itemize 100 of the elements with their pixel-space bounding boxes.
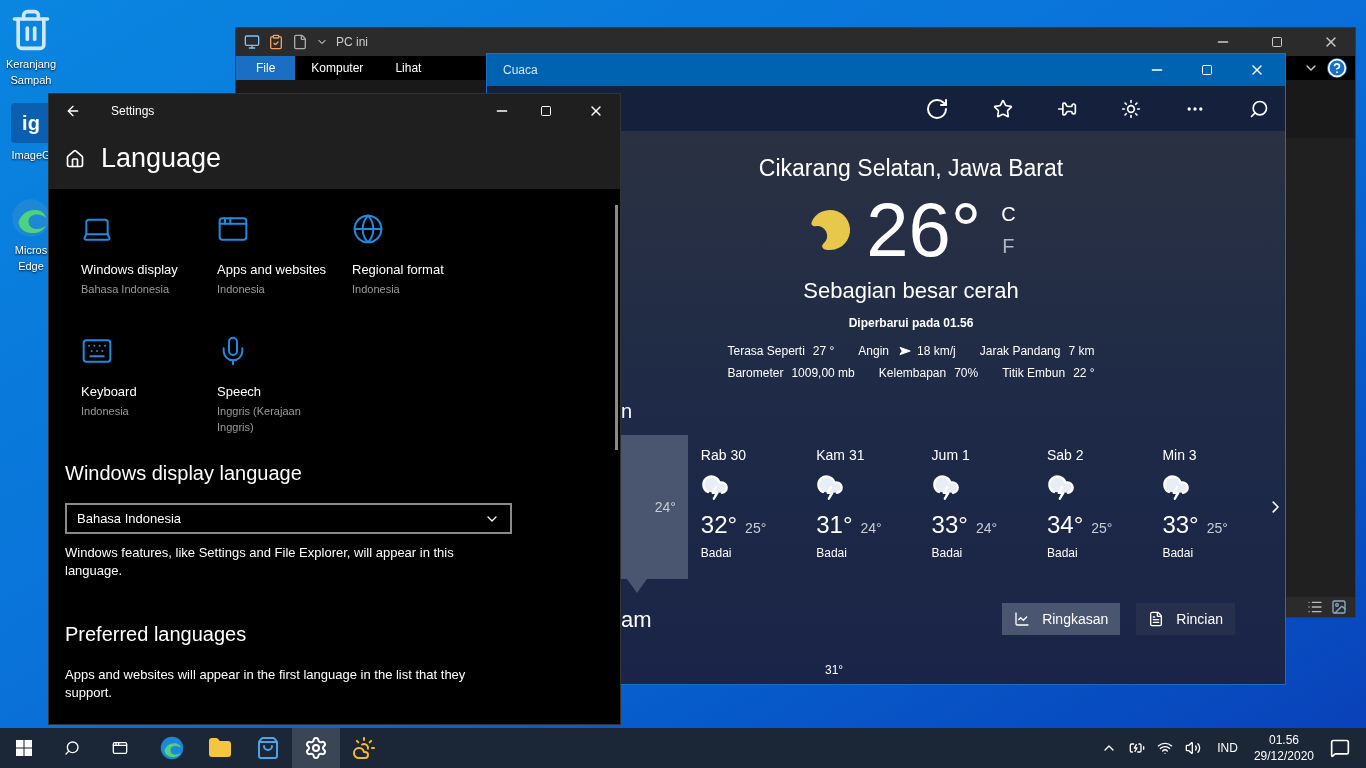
large-icons-view-icon[interactable] [1331, 599, 1347, 615]
low-temperature: 24° [860, 518, 882, 538]
day-label: Min 3 [1162, 445, 1197, 465]
refresh-icon[interactable] [925, 96, 949, 121]
home-icon[interactable] [65, 148, 85, 169]
day-label: Sab 2 [1047, 445, 1084, 465]
settings-icon [304, 736, 328, 760]
unit-toggle[interactable]: F [1001, 233, 1016, 258]
location-name: Cikarang Selatan, Jawa Barat [758, 154, 1064, 183]
language-option-tile[interactable]: Windows display Bahasa Indonesia [81, 213, 217, 317]
low-temperature: 25° [1206, 518, 1228, 538]
search-icon[interactable] [1249, 98, 1269, 119]
detail-value: 18 km/j [917, 342, 956, 359]
condition-text: Badai [816, 544, 847, 561]
page-title: Language [101, 142, 222, 176]
help-text: Windows features, like Settings and File Explorer, will appear in this language. [65, 544, 455, 580]
windows-logo-icon [16, 740, 32, 756]
high-temperature: 32° [700, 509, 738, 540]
section-heading: Windows display language [65, 461, 303, 486]
tile-title: Regional format [352, 261, 445, 279]
clock[interactable]: 01.56 29/12/2020 [1253, 732, 1314, 764]
forecast-day[interactable]: Jum 1 33° 24° Badai [931, 434, 1047, 579]
detail-value: 22 ° [1073, 364, 1095, 381]
battery-icon[interactable] [1129, 740, 1146, 756]
star-icon[interactable] [993, 98, 1013, 119]
taskbar-app-button[interactable] [292, 728, 340, 768]
tile-subtitle: Indonesia [81, 404, 130, 419]
high-temperature: 33° [931, 509, 968, 540]
volume-icon[interactable] [1185, 740, 1202, 756]
high-temperature: 34° [1047, 509, 1084, 540]
help-text: Apps and websites will appear in the first language in the list that they support. [65, 666, 467, 702]
storm-cloud-icon [1047, 472, 1075, 501]
scrollbar-thumb[interactable] [615, 205, 618, 450]
sun-icon[interactable] [1121, 98, 1141, 119]
condition-text: Badai [931, 544, 963, 561]
maximize-icon[interactable] [1271, 36, 1283, 48]
desktop-icon-label[interactable]: Micros Edge [14, 242, 48, 274]
language-option-tile[interactable]: Speech Inggris (Kerajaan Inggris) [217, 335, 352, 439]
high-temperature: 31° [816, 509, 853, 540]
input-language[interactable]: IND [1217, 740, 1238, 756]
help-icon[interactable] [1327, 58, 1347, 78]
detail-label: Barometer [727, 364, 784, 381]
forecast-day[interactable]: Min 3 33° 25° Badai [1162, 434, 1278, 579]
day-label: Jum 1 [931, 445, 970, 465]
line-chart-icon [1014, 611, 1031, 627]
clock-time: 01.56 [1268, 732, 1299, 748]
ribbon-tab[interactable]: Lihat [379, 56, 438, 80]
language-option-tile[interactable]: Apps and websites Indonesia [217, 213, 352, 317]
app-logo-icon: ig [11, 103, 51, 143]
language-option-tile[interactable]: Keyboard Indonesia [81, 335, 217, 439]
desktop-icon-label[interactable]: Keranjang Sampah [5, 56, 57, 88]
hourly-heading: am [621, 605, 652, 634]
condition-text: Badai [700, 544, 732, 561]
tile-title: Keyboard [81, 383, 138, 401]
cloud-sun-icon [352, 736, 376, 760]
tile-subtitle: Inggris (Kerajaan Inggris) [217, 404, 302, 435]
view-toggle-button[interactable]: Rincian [1136, 603, 1235, 635]
notifications-icon[interactable] [1330, 738, 1350, 758]
view-toggle-button[interactable]: Ringkasan [1002, 603, 1121, 635]
storm-cloud-icon [931, 472, 960, 501]
detail-value: 70% [954, 364, 979, 381]
low-temperature: 24° [975, 518, 998, 538]
task-view-icon [112, 740, 128, 756]
detail-value: 1009,00 mb [791, 364, 855, 381]
condition-text: Badai [1162, 544, 1194, 561]
tile-title: Windows display [81, 261, 179, 279]
tile-title: Apps and websites [217, 261, 328, 279]
day-label: Kam 31 [816, 445, 865, 465]
forecast-day[interactable]: Sab 2 34° 25° Badai [1047, 434, 1163, 579]
detail-label: Terasa Seperti [727, 342, 805, 359]
storm-cloud-icon [700, 472, 729, 501]
detail-label: Titik Embun [1002, 364, 1066, 381]
wifi-icon[interactable] [1157, 740, 1174, 756]
detail-label: Kelembapan [878, 364, 947, 381]
ribbon-tab[interactable]: File [236, 56, 296, 80]
computer-icon [244, 34, 260, 50]
tile-subtitle: Indonesia [217, 282, 266, 297]
language-option-tile[interactable]: Regional format Indonesia [352, 213, 492, 317]
detail-value: 27 ° [812, 342, 835, 359]
folder-icon [208, 736, 232, 760]
unit-toggle[interactable]: C [1001, 201, 1016, 226]
detail-label: Angin [858, 342, 890, 359]
window-title: Cuaca [503, 62, 538, 78]
condition-text: Sebagian besar cerah [803, 276, 1019, 305]
window-title: PC ini [336, 34, 368, 50]
detail-label: Jarak Pandang [979, 342, 1061, 359]
language-dropdown[interactable]: Bahasa Indonesia [65, 503, 512, 534]
section-heading: Preferred languages [65, 622, 248, 647]
clock-date: 29/12/2020 [1253, 748, 1314, 764]
storm-cloud-icon [816, 472, 845, 501]
forecast-day[interactable]: Rab 30 32° 25° Badai [700, 434, 817, 579]
ribbon-tab[interactable]: Komputer [295, 56, 380, 80]
shopping-bag-icon [256, 736, 280, 760]
updated-time: Diperbarui pada 01.56 [848, 314, 974, 331]
low-temperature: 25° [745, 518, 767, 538]
detail-value: 7 km [1068, 342, 1095, 359]
details-view-icon[interactable] [1307, 599, 1323, 615]
globe-icon [352, 213, 384, 245]
current-temperature: 26° [866, 189, 982, 270]
forecast-day[interactable]: Kam 31 31° 24° Badai [816, 434, 932, 579]
